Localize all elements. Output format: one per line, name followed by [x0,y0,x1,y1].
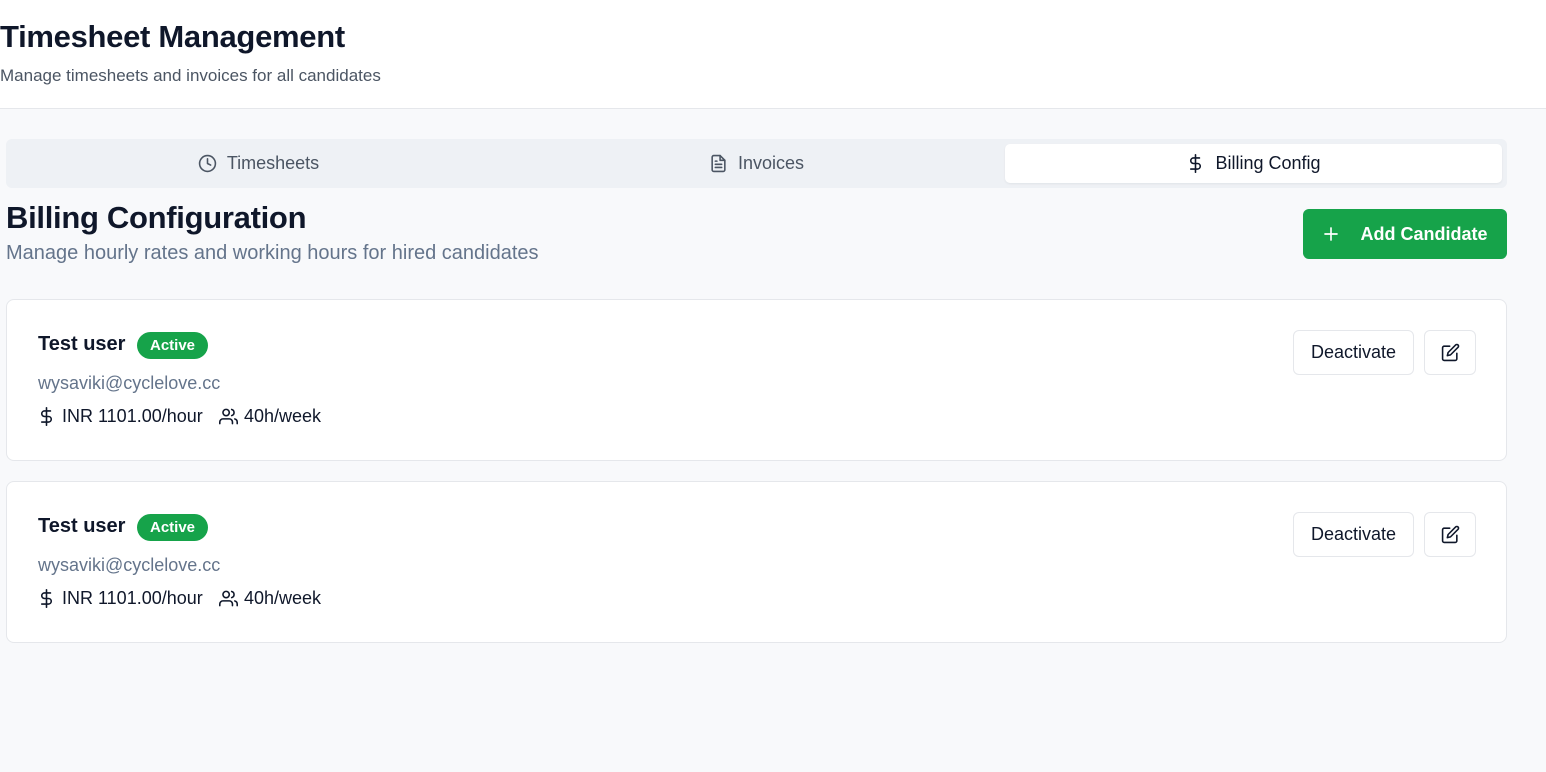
candidate-email: wysaviki@cyclelove.cc [38,373,221,393]
deactivate-button[interactable]: Deactivate [1293,512,1414,557]
users-icon [219,408,238,425]
tab-timesheets[interactable]: Timesheets [10,144,507,183]
document-icon [711,154,726,173]
weekly-hours: 40h/week [219,588,321,609]
hourly-rate: INR 1101.00/hour [37,588,203,609]
tab-invoices[interactable]: Invoices [508,144,1005,183]
plus-icon [1324,227,1339,241]
page-title: Timesheet Management [0,19,345,54]
add-candidate-button[interactable]: Add Candidate [1303,209,1507,259]
tab-timesheets-label: Timesheets [226,153,320,173]
hourly-rate-value: INR 1101.00/hour [62,588,203,608]
tab-billing-config[interactable]: Billing Config [1005,144,1502,183]
edit-button[interactable] [1424,512,1476,557]
users-icon [219,590,238,607]
candidate-email: wysaviki@cyclelove.cc [38,555,221,575]
status-badge: Active [137,332,209,359]
edit-icon [1441,343,1459,362]
section-subtitle: Manage hourly rates and working hours fo… [6,242,539,264]
dollar-icon [40,589,52,608]
edit-button[interactable] [1424,330,1476,375]
edit-icon [1441,525,1459,544]
page-subtitle: Manage timesheets and invoices for all c… [0,66,381,85]
status-badge: Active [137,514,209,541]
hourly-rate: INR 1101.00/hour [37,406,203,427]
tab-invoices-label: Invoices [737,153,805,173]
hourly-rate-value: INR 1101.00/hour [62,406,203,426]
candidate-name: Test user [38,515,126,537]
weekly-hours-value: 40h/week [244,588,322,608]
section-title: Billing Configuration [6,200,307,235]
candidate-card: Test user Active wysaviki@cyclelove.cc I… [6,481,1507,643]
add-candidate-label: Add Candidate [1360,223,1488,244]
dollar-icon [40,407,52,426]
tab-billing-config-label: Billing Config [1215,153,1321,173]
candidate-name: Test user [38,333,126,355]
deactivate-button[interactable]: Deactivate [1293,330,1414,375]
clock-icon [198,154,217,173]
weekly-hours: 40h/week [219,406,321,427]
tab-bar: Timesheets Invoices Billing Config [6,139,1507,188]
weekly-hours-value: 40h/week [244,406,322,426]
candidate-card: Test user Active wysaviki@cyclelove.cc I… [6,299,1507,461]
page-header: Timesheet Management Manage timesheets a… [0,0,1546,109]
dollar-icon [1190,154,1202,173]
